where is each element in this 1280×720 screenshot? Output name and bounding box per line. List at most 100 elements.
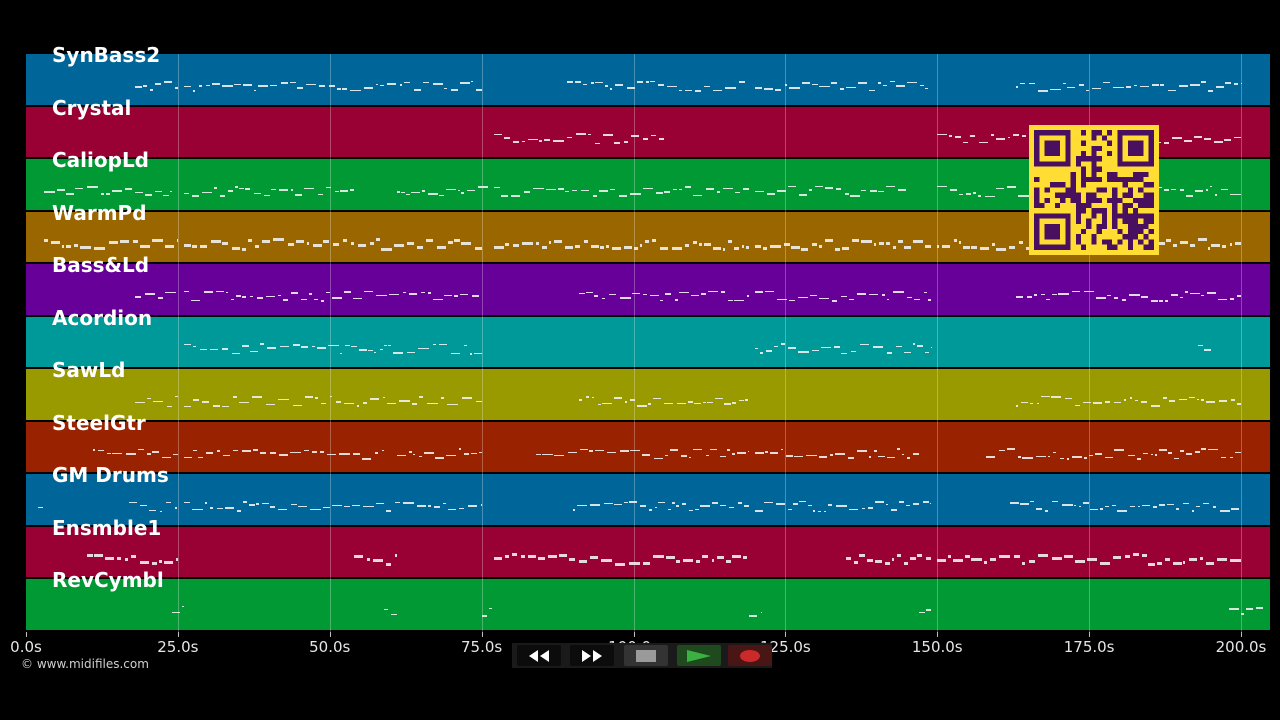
note-mark — [132, 240, 139, 244]
tick-label: 200.0s — [1215, 638, 1267, 656]
note-mark — [1245, 608, 1253, 610]
note-mark — [216, 450, 220, 452]
rewind-button[interactable] — [517, 645, 561, 666]
note-mark — [1021, 135, 1027, 137]
fast-forward-button[interactable] — [570, 645, 614, 666]
note-mark — [886, 185, 895, 188]
note-mark — [410, 191, 420, 194]
note-mark — [1230, 558, 1241, 562]
note-mark — [874, 450, 878, 452]
note-mark — [423, 81, 430, 84]
note-mark — [253, 89, 257, 92]
note-mark — [327, 453, 336, 456]
note-mark — [1209, 185, 1213, 188]
note-mark — [726, 449, 730, 451]
note-mark — [727, 299, 733, 302]
note-mark — [711, 502, 718, 504]
note-mark — [818, 510, 822, 513]
note-mark — [124, 188, 133, 190]
note-mark — [1133, 553, 1140, 557]
note-mark — [106, 193, 110, 195]
note-mark — [1082, 502, 1089, 504]
note-mark — [277, 398, 289, 401]
note-mark — [219, 195, 226, 197]
note-mark — [320, 402, 327, 405]
note-mark — [1230, 242, 1233, 246]
note-mark — [953, 239, 957, 243]
note-mark — [1078, 505, 1082, 508]
note-mark — [620, 450, 629, 452]
note-mark — [183, 244, 191, 248]
note-mark — [602, 134, 614, 136]
note-mark — [748, 615, 757, 617]
note-mark — [1079, 84, 1084, 86]
note-mark — [924, 291, 927, 294]
note-mark — [681, 503, 686, 505]
note-mark — [241, 296, 247, 298]
note-mark — [633, 247, 639, 251]
note-mark — [242, 84, 252, 86]
note-mark — [580, 189, 589, 192]
note-mark — [639, 505, 647, 507]
note-mark — [301, 346, 309, 348]
note-mark — [1221, 456, 1227, 459]
tick-label: 150.0s — [911, 638, 963, 656]
note-mark — [61, 245, 64, 249]
note-mark — [1105, 505, 1109, 508]
note-mark — [1220, 510, 1230, 512]
note-mark — [950, 189, 958, 191]
note-mark — [896, 345, 902, 348]
note-mark — [350, 241, 355, 245]
note-mark — [787, 185, 796, 188]
note-mark — [777, 190, 787, 192]
note-mark — [1179, 296, 1184, 298]
note-mark — [1186, 195, 1194, 197]
stop-button[interactable] — [624, 645, 668, 666]
play-button[interactable] — [677, 645, 721, 666]
note-mark — [1107, 294, 1112, 297]
note-mark — [165, 291, 176, 294]
note-mark — [916, 345, 924, 347]
note-mark — [369, 241, 374, 245]
note-mark — [996, 187, 1005, 190]
note-mark — [169, 190, 172, 193]
note-mark — [396, 191, 400, 193]
note-mark — [448, 241, 453, 245]
note-mark — [409, 451, 412, 453]
note-mark — [428, 193, 439, 195]
note-mark — [1061, 504, 1073, 506]
note-mark — [1133, 84, 1137, 87]
note-mark — [1221, 244, 1227, 248]
note-mark — [394, 244, 405, 248]
note-mark — [1184, 140, 1192, 142]
note-mark — [631, 292, 640, 295]
note-mark — [901, 453, 905, 456]
note-mark — [742, 188, 749, 190]
note-mark — [290, 503, 298, 506]
record-button[interactable] — [728, 645, 772, 666]
note-mark — [828, 504, 832, 506]
note-mark — [241, 450, 251, 452]
note-mark — [728, 239, 732, 243]
note-mark — [1072, 290, 1081, 293]
note-mark — [672, 247, 683, 251]
note-mark — [439, 343, 447, 346]
note-mark — [231, 246, 241, 250]
note-mark — [835, 453, 846, 455]
note-mark — [395, 554, 397, 558]
note-mark — [320, 300, 324, 302]
note-mark — [301, 298, 307, 301]
note-mark — [411, 403, 417, 405]
note-mark — [1234, 241, 1241, 245]
note-mark — [215, 290, 225, 293]
note-mark — [773, 345, 779, 348]
note-mark — [376, 238, 380, 242]
note-mark — [1028, 82, 1036, 85]
note-mark — [448, 508, 457, 511]
note-mark — [201, 191, 213, 194]
note-mark — [780, 343, 786, 345]
note-mark — [74, 243, 78, 247]
note-mark — [1026, 296, 1033, 298]
note-mark — [75, 187, 84, 189]
note-mark — [912, 239, 923, 243]
